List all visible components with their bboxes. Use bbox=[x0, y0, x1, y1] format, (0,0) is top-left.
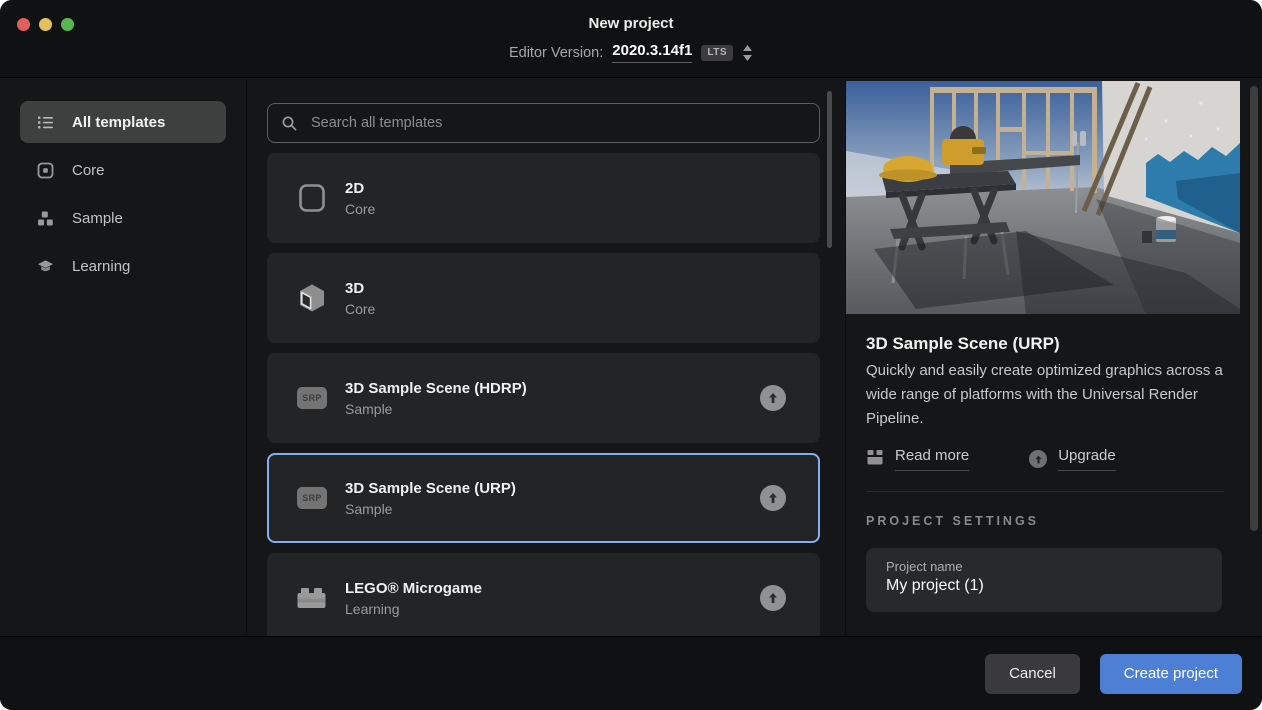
template-title: 3D Sample Scene (HDRP) bbox=[345, 380, 527, 397]
template-title: LEGO® Microgame bbox=[345, 580, 482, 597]
project-name-value[interactable]: My project (1) bbox=[886, 577, 1202, 595]
template-category: Core bbox=[345, 201, 375, 217]
create-project-button[interactable]: Create project bbox=[1100, 654, 1242, 694]
sidebar-item-label: Sample bbox=[72, 210, 123, 227]
titlebar: New project Editor Version: 2020.3.14f1 … bbox=[0, 0, 1262, 78]
detail-description: Quickly and easily create optimized grap… bbox=[866, 359, 1226, 431]
read-more-link[interactable]: Read more bbox=[866, 447, 969, 471]
project-name-label: Project name bbox=[886, 559, 1202, 574]
template-card-hdrp[interactable]: SRP 3D Sample Scene (HDRP) Sample bbox=[267, 353, 820, 443]
read-more-label: Read more bbox=[895, 447, 969, 471]
template-title: 3D bbox=[345, 280, 375, 297]
section-divider bbox=[866, 491, 1224, 492]
template-category: Sample bbox=[345, 401, 527, 417]
core-icon bbox=[37, 162, 54, 179]
template-category: Learning bbox=[345, 601, 482, 617]
search-input[interactable] bbox=[309, 114, 806, 132]
template-card-2d[interactable]: 2D Core bbox=[267, 153, 820, 243]
sidebar-item-label: All templates bbox=[72, 114, 165, 131]
download-icon bbox=[760, 385, 786, 411]
list-icon bbox=[37, 114, 54, 131]
search-icon bbox=[281, 115, 298, 132]
srp-badge-icon: SRP bbox=[297, 387, 327, 409]
version-selector-chevron-icon[interactable] bbox=[742, 44, 753, 62]
sidebar-item-label: Learning bbox=[72, 258, 130, 275]
template-list-panel: 2D Core 3D Core SRP bbox=[247, 79, 846, 636]
detail-links: Read more Upgrade bbox=[866, 447, 1226, 471]
project-name-field[interactable]: Project name My project (1) bbox=[866, 548, 1222, 612]
dialog-body: All templates Core Sample Learning bbox=[0, 79, 1262, 636]
template-card-3d[interactable]: 3D Core bbox=[267, 253, 820, 343]
cancel-button[interactable]: Cancel bbox=[985, 654, 1080, 694]
template-title: 3D Sample Scene (URP) bbox=[345, 480, 516, 497]
docs-icon bbox=[866, 448, 884, 471]
sidebar-item-all-templates[interactable]: All templates bbox=[20, 101, 226, 143]
dialog-title: New project bbox=[0, 15, 1262, 32]
download-icon bbox=[760, 585, 786, 611]
sidebar-item-label: Core bbox=[72, 162, 105, 179]
template-card-urp[interactable]: SRP 3D Sample Scene (URP) Sample bbox=[267, 453, 820, 543]
detail-panel-scrollbar[interactable] bbox=[1250, 86, 1258, 531]
sample-icon bbox=[37, 210, 54, 227]
new-project-dialog: New project Editor Version: 2020.3.14f1 … bbox=[0, 0, 1262, 710]
search-box[interactable] bbox=[267, 103, 820, 143]
editor-version-row: Editor Version: 2020.3.14f1 LTS bbox=[0, 42, 1262, 63]
template-category-sidebar: All templates Core Sample Learning bbox=[0, 79, 247, 636]
template-category: Core bbox=[345, 301, 375, 317]
project-settings-heading: PROJECT SETTINGS bbox=[866, 514, 1226, 528]
square-2d-icon bbox=[296, 183, 328, 213]
download-icon bbox=[760, 485, 786, 511]
sidebar-item-sample[interactable]: Sample bbox=[20, 197, 226, 239]
template-category: Sample bbox=[345, 501, 516, 517]
template-list-scrollbar[interactable] bbox=[827, 91, 832, 248]
detail-title: 3D Sample Scene (URP) bbox=[866, 334, 1226, 354]
editor-version-value[interactable]: 2020.3.14f1 bbox=[612, 42, 692, 63]
dialog-footer: Cancel Create project bbox=[0, 636, 1262, 710]
template-preview-image bbox=[846, 81, 1240, 314]
upgrade-label: Upgrade bbox=[1058, 447, 1116, 471]
upgrade-icon bbox=[1029, 450, 1047, 468]
template-card-lego[interactable]: LEGO® Microgame Learning bbox=[267, 553, 820, 636]
learning-icon bbox=[37, 258, 54, 275]
sidebar-item-core[interactable]: Core bbox=[20, 149, 226, 191]
editor-version-label: Editor Version: bbox=[509, 45, 603, 61]
cube-3d-icon bbox=[296, 283, 328, 313]
lts-badge: LTS bbox=[701, 45, 733, 61]
sidebar-item-learning[interactable]: Learning bbox=[20, 245, 226, 287]
template-detail-panel: 3D Sample Scene (URP) Quickly and easily… bbox=[846, 79, 1262, 636]
srp-badge-icon: SRP bbox=[297, 487, 327, 509]
template-list: 2D Core 3D Core SRP bbox=[267, 153, 820, 636]
template-title: 2D bbox=[345, 180, 375, 197]
upgrade-link[interactable]: Upgrade bbox=[1029, 447, 1116, 471]
lego-brick-icon bbox=[296, 586, 328, 610]
